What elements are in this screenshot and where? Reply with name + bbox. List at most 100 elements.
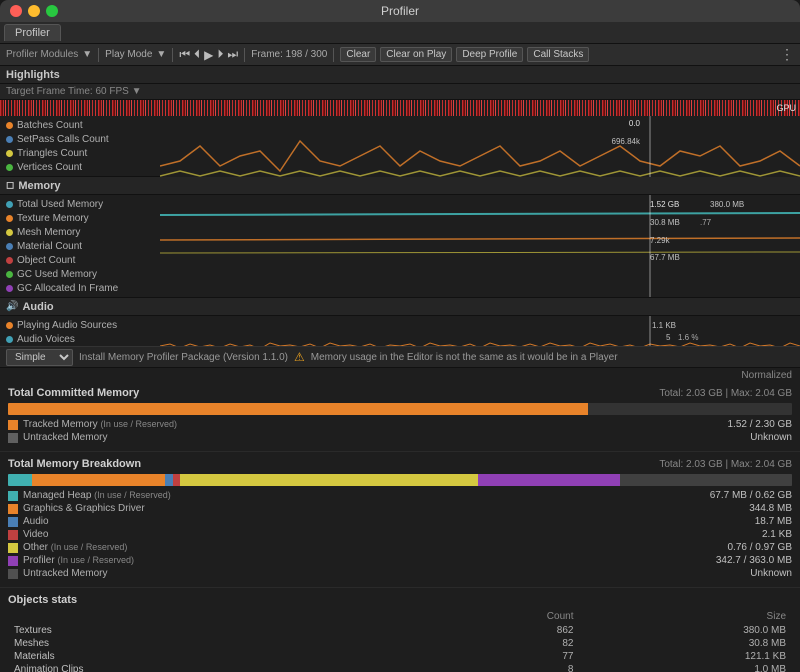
next-frame-button[interactable]: ⏵ bbox=[217, 47, 223, 62]
tab-bar: Profiler bbox=[0, 22, 800, 44]
clear-on-play-button[interactable]: Clear on Play bbox=[380, 47, 452, 62]
animation-clips-count: 8 bbox=[430, 663, 580, 672]
metric-vertices-count[interactable]: Vertices Count bbox=[0, 160, 160, 174]
untracked-label: Untracked Memory bbox=[23, 432, 107, 443]
audio-sources-dot bbox=[6, 322, 13, 329]
object-dot bbox=[6, 257, 13, 264]
svg-text:1.52 GB: 1.52 GB bbox=[650, 200, 679, 209]
clear-button[interactable]: Clear bbox=[340, 47, 376, 62]
graphics-row: Graphics & Graphics Driver 344.8 MB bbox=[8, 503, 792, 514]
metric-gc-allocated[interactable]: GC Allocated In Frame bbox=[0, 281, 160, 295]
call-stacks-button[interactable]: Call Stacks bbox=[527, 47, 589, 62]
untracked-breakdown-value: Unknown bbox=[712, 568, 792, 579]
audio-content: Playing Audio Sources Audio Voices Total… bbox=[0, 316, 800, 346]
committed-title-row: Total Committed Memory Total: 2.03 GB | … bbox=[8, 387, 792, 399]
go-end-button[interactable]: ⏭ bbox=[227, 47, 238, 62]
metric-triangles-count[interactable]: Triangles Count bbox=[0, 146, 160, 160]
metric-audio-sources[interactable]: Playing Audio Sources bbox=[0, 318, 160, 332]
mesh-label: Mesh Memory bbox=[17, 227, 80, 238]
prev-frame-button[interactable]: ⏴ bbox=[194, 47, 200, 62]
tracked-color bbox=[8, 420, 18, 430]
profiler-modules-label: Profiler Modules bbox=[6, 49, 78, 60]
audio-breakdown-row: Audio 18.7 MB bbox=[8, 516, 792, 527]
untracked-color bbox=[8, 433, 18, 443]
audio-header: 🔊 Audio bbox=[0, 298, 800, 316]
other-color bbox=[8, 543, 18, 553]
svg-text:380.0 MB: 380.0 MB bbox=[710, 200, 744, 209]
materials-count: 77 bbox=[430, 650, 580, 663]
mesh-dot bbox=[6, 229, 13, 236]
other-label: Other bbox=[23, 542, 48, 553]
install-msg: Install Memory Profiler Package (Version… bbox=[79, 352, 288, 363]
meshes-count: 82 bbox=[430, 637, 580, 650]
svg-text:67.7 MB: 67.7 MB bbox=[650, 253, 680, 262]
metric-material-count[interactable]: Material Count bbox=[0, 239, 160, 253]
other-row: Other (In use / Reserved) 0.76 / 0.97 GB bbox=[8, 542, 792, 553]
metric-audio-voices[interactable]: Audio Voices bbox=[0, 332, 160, 346]
breakdown-progress-bar bbox=[8, 474, 792, 486]
objects-stats-section: Objects stats Count Size Textures 862 bbox=[0, 588, 800, 672]
untracked-memory-row: Untracked Memory Unknown bbox=[8, 432, 792, 443]
profiler-tab[interactable]: Profiler bbox=[4, 24, 61, 41]
untracked-value: Unknown bbox=[712, 432, 792, 443]
metric-mesh-memory[interactable]: Mesh Memory bbox=[0, 225, 160, 239]
gc-alloc-label: GC Allocated In Frame bbox=[17, 283, 118, 294]
video-value: 2.1 KB bbox=[712, 529, 792, 540]
play-mode-dropdown-icon[interactable]: ▼ bbox=[156, 49, 166, 60]
material-label: Material Count bbox=[17, 241, 82, 252]
material-dot bbox=[6, 243, 13, 250]
main-content: Highlights Target Frame Time: 60 FPS ▼ G… bbox=[0, 66, 800, 672]
separator-3 bbox=[244, 48, 245, 62]
objects-title: Objects stats bbox=[8, 594, 77, 606]
deep-profile-button[interactable]: Deep Profile bbox=[456, 47, 523, 62]
total-used-dot bbox=[6, 201, 13, 208]
simple-mode-bar: Simple Detailed Install Memory Profiler … bbox=[0, 346, 800, 368]
play-button[interactable]: ▶ bbox=[204, 48, 213, 62]
target-frame-bar: Target Frame Time: 60 FPS ▼ bbox=[0, 84, 800, 100]
committed-orange-fill bbox=[8, 403, 588, 415]
breakdown-total: Total: 2.03 GB | Max: 2.04 GB bbox=[659, 459, 792, 470]
graphics-bar bbox=[32, 474, 165, 486]
metric-texture-memory[interactable]: Texture Memory bbox=[0, 211, 160, 225]
simple-mode-dropdown[interactable]: Simple Detailed bbox=[6, 349, 73, 366]
metric-setpass-count[interactable]: SetPass Calls Count bbox=[0, 132, 160, 146]
maximize-button[interactable] bbox=[46, 5, 58, 17]
warning-icon: ⚠ bbox=[294, 350, 305, 364]
metric-total-used-memory[interactable]: Total Used Memory bbox=[0, 197, 160, 211]
minimize-button[interactable] bbox=[28, 5, 40, 17]
close-button[interactable] bbox=[10, 5, 22, 17]
modules-dropdown-icon[interactable]: ▼ bbox=[82, 49, 92, 60]
textures-count: 862 bbox=[430, 624, 580, 637]
target-frame-label[interactable]: Target Frame Time: 60 FPS ▼ bbox=[6, 86, 142, 97]
table-row: Animation Clips 8 1.0 MB bbox=[8, 663, 792, 672]
animation-clips-name: Animation Clips bbox=[8, 663, 430, 672]
graphics-value: 344.8 MB bbox=[712, 503, 792, 514]
go-start-button[interactable]: ⏮ bbox=[179, 47, 190, 62]
memory-content: Total Used Memory Texture Memory Mesh Me… bbox=[0, 195, 800, 297]
details-panel[interactable]: Normalized Total Committed Memory Total:… bbox=[0, 368, 800, 672]
audio-sources-label: Playing Audio Sources bbox=[17, 320, 117, 331]
metric-batches-count[interactable]: Batches Count bbox=[0, 118, 160, 132]
committed-title: Total Committed Memory bbox=[8, 387, 139, 399]
svg-text:1.6 %: 1.6 % bbox=[678, 333, 698, 342]
audio-breakdown-value: 18.7 MB bbox=[712, 516, 792, 527]
managed-heap-label: Managed Heap bbox=[23, 490, 91, 501]
meshes-size: 30.8 MB bbox=[579, 637, 792, 650]
metric-gc-used-memory[interactable]: GC Used Memory bbox=[0, 267, 160, 281]
profiler-breakdown-color bbox=[8, 556, 18, 566]
untracked-bar bbox=[620, 474, 792, 486]
toolbar: Profiler Modules ▼ Play Mode ▼ ⏮ ⏴ ▶ ⏵ ⏭… bbox=[0, 44, 800, 66]
batches-label: Batches Count bbox=[17, 120, 83, 131]
cpu-bar-area: GPU bbox=[0, 100, 800, 116]
memory-header: ◻ Memory bbox=[0, 177, 800, 195]
audio-title: Audio bbox=[22, 301, 53, 313]
graphics-label: Graphics & Graphics Driver bbox=[23, 503, 145, 514]
settings-icon[interactable]: ⋮ bbox=[780, 46, 794, 63]
gpu-label: GPU bbox=[776, 103, 796, 113]
separator-4 bbox=[333, 48, 334, 62]
metric-object-count[interactable]: Object Count bbox=[0, 253, 160, 267]
tracked-label: Tracked Memory bbox=[23, 419, 98, 430]
highlights-header: Highlights bbox=[0, 66, 800, 84]
svg-text:0.0: 0.0 bbox=[629, 119, 641, 128]
svg-text:696.84k: 696.84k bbox=[612, 137, 641, 146]
